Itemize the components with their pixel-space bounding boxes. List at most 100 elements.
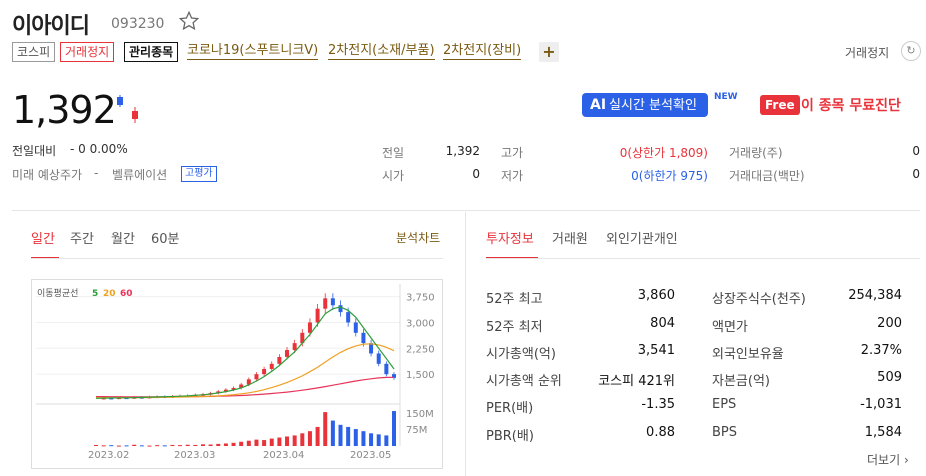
chart-canvas: 이동평균선 5 20 60 3,750 3,000 2,250 1,500 150M 75M 202…	[36, 284, 435, 461]
chart-volume-bar	[392, 411, 396, 446]
chart-volume-bar	[369, 433, 374, 446]
info-right-label: 액면가	[712, 320, 748, 335]
chart-candle	[376, 353, 381, 364]
chart-volume-bar	[269, 438, 274, 446]
chart-volume-bar	[147, 445, 152, 447]
chart-candle	[384, 363, 389, 375]
favorite-star-icon[interactable]	[178, 10, 200, 32]
chart-candle	[262, 368, 267, 375]
tab-daily[interactable]: 일간	[31, 228, 55, 247]
chart-candle	[254, 374, 259, 380]
price-chart[interactable]: 이동평균선 5 20 60 3,750 3,000 2,250 1,500 150M 75M 202…	[31, 279, 443, 469]
chart-candle	[269, 363, 274, 369]
trading-halt-tag: 거래정지	[60, 42, 115, 62]
prev-close-value: 1,392	[445, 144, 480, 158]
chart-candle	[338, 305, 343, 313]
chart-volume-bar	[223, 443, 228, 446]
chart-volume-bar	[239, 441, 244, 446]
low-label: 저가	[501, 169, 524, 183]
info-tab-divider	[486, 258, 920, 259]
chart-candle	[292, 343, 297, 351]
refresh-icon[interactable]: ↻	[901, 41, 921, 61]
add-theme-button[interactable]: +	[539, 42, 559, 62]
info-right-label: 외국인보유율	[712, 347, 784, 362]
analysis-chart-link[interactable]: 분석차트	[396, 229, 440, 246]
chart-volume-bar	[208, 444, 213, 446]
chart-volume-bar	[139, 445, 144, 447]
tab-monthly[interactable]: 월간	[111, 228, 135, 247]
chart-volume-bar	[178, 445, 183, 447]
chart-y-tick: 1,500	[406, 370, 435, 381]
chart-candle	[323, 298, 328, 309]
chart-volume-bar	[200, 444, 205, 446]
info-left-value: 3,860	[637, 288, 675, 303]
info-right-value: 2.37%	[860, 343, 902, 358]
chart-y-tick: 3,000	[406, 318, 435, 329]
trading-status: 거래정지	[845, 46, 890, 60]
chart-volume-bar	[231, 442, 236, 446]
managed-stock-tag: 관리종목	[124, 42, 179, 62]
valuation-badge[interactable]: 고평가	[181, 166, 217, 182]
chart-legend-ma: 60	[120, 289, 133, 299]
chart-volume-bar	[277, 437, 282, 446]
column-divider	[465, 212, 466, 476]
low-value: 0(하한가 975)	[631, 169, 708, 183]
info-left-label: 52주 최저	[486, 320, 543, 335]
chart-volume-bar	[315, 426, 320, 446]
chart-y-tick: 3,750	[406, 293, 435, 304]
tab-weekly[interactable]: 주간	[70, 228, 94, 247]
current-price: 1,392	[12, 88, 117, 132]
more-link[interactable]: 더보기 ›	[867, 451, 909, 468]
valuation-label: 벨류에이션	[112, 168, 168, 182]
info-left-value: 804	[650, 316, 675, 331]
chart-volume-bar	[101, 445, 106, 447]
chart-candle	[353, 322, 358, 333]
chart-candle	[285, 350, 290, 357]
chart-volume-bar	[330, 420, 335, 446]
chart-volume-bar	[185, 444, 190, 446]
chart-volume-bar	[262, 440, 267, 446]
open-value: 0	[472, 167, 480, 181]
prev-close-label: 전일	[382, 146, 405, 160]
chart-volume-bar	[376, 434, 381, 446]
chart-volume-bar	[116, 445, 121, 447]
tab-brokers[interactable]: 거래원	[552, 228, 588, 247]
info-right-value: 200	[877, 316, 902, 331]
chart-volume-bar	[132, 444, 137, 446]
volume-value: 0	[912, 144, 920, 158]
chart-volume-bar	[109, 445, 114, 447]
info-right-value: 1,584	[864, 425, 902, 440]
forecast-label: 미래 예상주가	[12, 168, 83, 182]
tab-investor-types[interactable]: 외인기관개인	[606, 228, 678, 247]
free-badge[interactable]: Free	[760, 95, 800, 115]
free-diagnosis-link[interactable]: 이 종목 무료진단	[801, 95, 901, 115]
theme-link-battery-material[interactable]: 2차전지(소재/부품)	[328, 43, 435, 60]
info-left-value: 3,541	[637, 343, 675, 358]
theme-link-corona[interactable]: 코로나19(스푸트니크V)	[187, 43, 319, 60]
new-badge: NEW	[714, 92, 738, 102]
info-left-value: 코스피 421위	[598, 374, 675, 389]
chart-volume-bar	[254, 439, 259, 446]
chart-volume-bar	[384, 435, 389, 446]
chart-legend-ma: 20	[103, 289, 116, 299]
tab-investment-info[interactable]: 투자정보	[486, 228, 534, 247]
high-value: 0(상한가 1,809)	[619, 146, 708, 160]
volume-label: 거래량(주)	[729, 146, 783, 160]
ai-analysis-label: 실시간 분석확인	[609, 98, 697, 113]
ai-analysis-button[interactable]: AI 실시간 분석확인	[582, 93, 708, 117]
chart-volume-tick: 150M	[406, 409, 434, 420]
chart-x-tick: 2023.02	[88, 450, 129, 461]
chart-candle	[346, 312, 351, 323]
amount-label: 거래대금(백만)	[729, 169, 805, 183]
chart-volume-bar	[193, 444, 198, 446]
chart-candle	[369, 343, 374, 354]
change-label: 전일대비	[12, 144, 57, 158]
tab-60min[interactable]: 60분	[151, 228, 180, 247]
theme-link-battery-equipment[interactable]: 2차전지(장비)	[443, 43, 522, 60]
chart-volume-bar	[246, 440, 251, 446]
info-right-value: 254,384	[848, 288, 902, 303]
chart-x-tick: 2023.05	[350, 450, 391, 461]
chart-volume-bar	[170, 444, 175, 446]
mini-candle-icon	[117, 95, 138, 123]
chart-candle	[315, 308, 320, 323]
